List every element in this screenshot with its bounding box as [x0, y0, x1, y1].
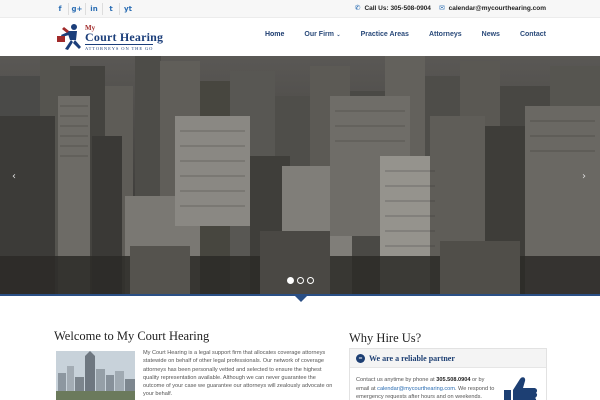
city-photo	[56, 351, 135, 400]
contact-info: ✆ Call Us: 305-508-0904 ✉ calendar@mycou…	[355, 4, 546, 12]
slider-dots	[287, 277, 314, 284]
hire-panel-header[interactable]: – We are a reliable partner	[350, 349, 546, 368]
phone-icon: ✆	[354, 4, 361, 12]
slider-dot[interactable]	[297, 277, 304, 284]
twitter-icon[interactable]: t	[103, 3, 119, 15]
top-bar: f g+ in t yt ✆ Call Us: 305-508-0904 ✉ c…	[0, 0, 600, 18]
nav-our-firm-label: Our Firm	[304, 31, 334, 38]
google-plus-icon[interactable]: g+	[69, 3, 85, 15]
email-contact[interactable]: ✉ calendar@mycourthearing.com	[439, 4, 546, 12]
hire-text: Contact us anytime by phone at 305.508.0…	[356, 376, 496, 400]
hire-panel-title: We are a reliable partner	[369, 354, 455, 363]
youtube-icon[interactable]: yt	[120, 3, 136, 15]
social-links: f g+ in t yt	[52, 3, 136, 15]
logo-name: Court Hearing	[85, 30, 164, 44]
thumbs-up-icon	[504, 377, 538, 400]
nav-contact[interactable]: Contact	[520, 31, 546, 38]
phone-label: Call Us: 305-508-0904	[364, 5, 431, 12]
logo-tagline: ATTORNEYS ON THE GO	[85, 44, 154, 51]
hire-panel: – We are a reliable partner Contact us a…	[349, 348, 547, 400]
nav-practice-areas[interactable]: Practice Areas	[361, 31, 409, 38]
hero-slider: ‹ ›	[0, 56, 600, 294]
hire-title: Why Hire Us?	[349, 331, 422, 345]
welcome-city-image	[56, 351, 135, 400]
linkedin-icon[interactable]: in	[86, 3, 102, 15]
nav-our-firm[interactable]: Our Firm ⌄	[304, 31, 340, 38]
minus-circle-icon: –	[356, 354, 365, 363]
envelope-icon: ✉	[438, 4, 445, 12]
welcome-title: Welcome to My Court Hearing	[54, 329, 210, 343]
facebook-icon[interactable]: f	[52, 3, 68, 15]
welcome-text: My Court Hearing is a legal support firm…	[143, 350, 333, 398]
hire-text-1: Contact us anytime by phone at	[356, 377, 437, 383]
logo[interactable]: My Court Hearing ATTORNEYS ON THE GO	[55, 23, 175, 53]
city-skyline-image	[0, 56, 600, 294]
hire-email-link[interactable]: calendar@mycourthearing.com	[377, 386, 455, 392]
site-header: My Court Hearing ATTORNEYS ON THE GO Hom…	[0, 18, 600, 56]
email-label: calendar@mycourthearing.com	[448, 5, 546, 12]
nav-news[interactable]: News	[482, 31, 500, 38]
nav-home[interactable]: Home	[265, 31, 284, 38]
slider-dot[interactable]	[307, 277, 314, 284]
slider-prev-icon[interactable]: ‹	[12, 171, 16, 182]
chevron-down-icon: ⌄	[334, 32, 341, 38]
hire-phone[interactable]: 305.508.0904	[436, 377, 470, 383]
nav-attorneys[interactable]: Attorneys	[429, 31, 462, 38]
main-nav: Home Our Firm ⌄ Practice Areas Attorneys…	[245, 31, 546, 38]
phone-contact[interactable]: ✆ Call Us: 305-508-0904	[355, 4, 431, 12]
running-lawyer-icon	[57, 24, 81, 50]
slider-dot[interactable]	[287, 277, 294, 284]
hero-notch	[294, 295, 308, 302]
slider-next-icon[interactable]: ›	[582, 171, 586, 182]
